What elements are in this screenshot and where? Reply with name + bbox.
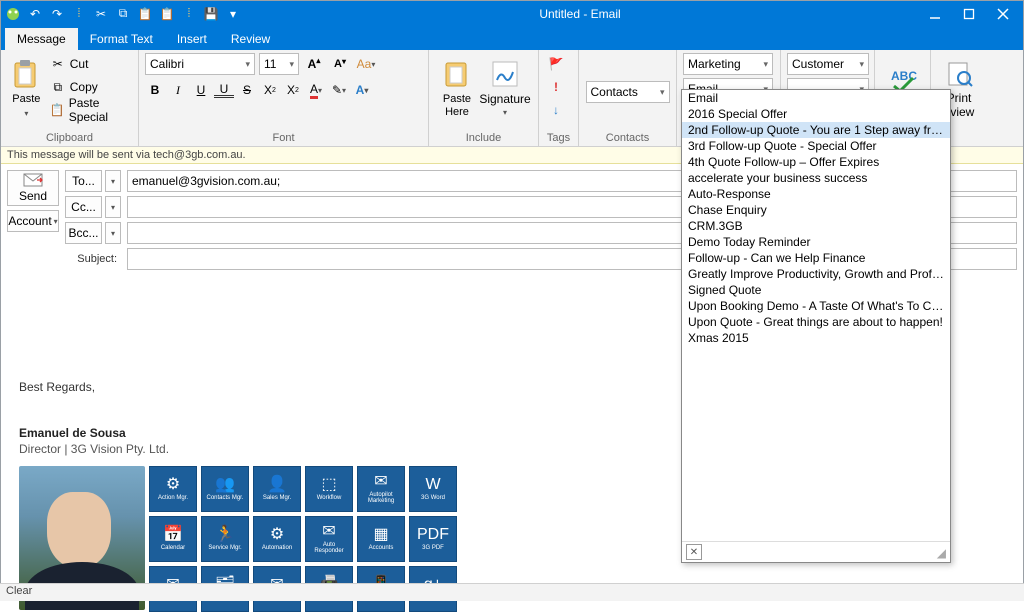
highlight-icon[interactable]: ✎▾ [329, 79, 349, 101]
paste-here-button[interactable]: Paste Here [435, 53, 479, 123]
sig-tile[interactable]: ⚙Action Mgr. [149, 466, 197, 512]
save-icon[interactable]: 💾 [203, 6, 219, 22]
template-option[interactable]: 2016 Special Offer [682, 106, 950, 122]
template-option[interactable]: accelerate your business success [682, 170, 950, 186]
subscript-icon[interactable]: X2 [283, 79, 303, 101]
contacts-combo[interactable]: Contacts▾ [586, 81, 670, 103]
paste-all-icon[interactable]: 📋 [159, 6, 175, 22]
font-size-combo[interactable]: 11▾ [259, 53, 299, 75]
paste-special-button[interactable]: 📋Paste Special [50, 99, 132, 121]
sig-tile[interactable]: ⚙Automation [253, 516, 301, 562]
close-button[interactable] [987, 4, 1019, 24]
bcc-button[interactable]: Bcc... [65, 222, 102, 244]
tab-message[interactable]: Message [5, 28, 78, 50]
dropdown-resize-grip[interactable]: ◢ [937, 546, 946, 560]
sig-tile[interactable]: ⬚Workflow [305, 466, 353, 512]
to-picker-button[interactable]: ▾ [105, 170, 121, 192]
template-option[interactable]: Xmas 2015 [682, 330, 950, 346]
title-bar: ↶ ↷ ⦙ ✂ ⧉ 📋 📋 ⦙ 💾 ▾ Untitled - Email [1, 1, 1023, 26]
template-option[interactable]: CRM.3GB [682, 218, 950, 234]
grow-font-icon[interactable]: A▴ [303, 53, 325, 75]
template-option[interactable]: Chase Enquiry [682, 202, 950, 218]
underline-icon[interactable]: U [191, 79, 211, 101]
template-option[interactable]: Upon Quote - Great things are about to h… [682, 314, 950, 330]
template-option[interactable]: Signed Quote [682, 282, 950, 298]
template-category-combo[interactable]: Marketing▾ [683, 53, 773, 75]
superscript-icon[interactable]: X2 [260, 79, 280, 101]
sig-tile[interactable]: ✉Auto Responder [305, 516, 353, 562]
qat-more-icon[interactable]: ▾ [225, 6, 241, 22]
customer-combo[interactable]: Customer▾ [787, 53, 869, 75]
sig-tile[interactable]: ✉Autopilot Marketing [357, 466, 405, 512]
quick-access-toolbar: ↶ ↷ ⦙ ✂ ⧉ 📋 📋 ⦙ 💾 ▾ [5, 6, 241, 22]
separator-icon: ⦙ [181, 6, 197, 22]
send-button[interactable]: Send [7, 170, 59, 206]
template-option[interactable]: Demo Today Reminder [682, 234, 950, 250]
font-color-icon[interactable]: A▾ [306, 79, 326, 101]
flag-icon[interactable]: 🚩 [545, 53, 567, 75]
bcc-picker-button[interactable]: ▾ [105, 222, 121, 244]
group-tags: 🚩 ! ↓ Tags [539, 50, 579, 146]
copy-icon[interactable]: ⧉ [115, 6, 131, 22]
sig-tile[interactable]: 👤Sales Mgr. [253, 466, 301, 512]
ribbon-tabs: Message Format Text Insert Review [1, 26, 1023, 50]
sig-tile[interactable]: 📅Calendar [149, 516, 197, 562]
cc-picker-button[interactable]: ▾ [105, 196, 121, 218]
group-include: Paste Here Signature ▾ Include [429, 50, 539, 146]
window-title: Untitled - Email [241, 7, 919, 21]
italic-icon[interactable]: I [168, 79, 188, 101]
redo-icon[interactable]: ↷ [49, 6, 65, 22]
template-option[interactable]: 3rd Follow-up Quote - Special Offer [682, 138, 950, 154]
maximize-button[interactable] [953, 4, 985, 24]
double-underline-icon[interactable]: U [214, 82, 234, 98]
template-option[interactable]: Email [682, 90, 950, 106]
tab-format-text[interactable]: Format Text [78, 28, 165, 50]
paste-icon[interactable]: 📋 [137, 6, 153, 22]
tab-insert[interactable]: Insert [165, 28, 219, 50]
svg-text:ABC: ABC [891, 69, 917, 83]
strikethrough-icon[interactable]: S [237, 79, 257, 101]
shrink-font-icon[interactable]: A▾ [329, 53, 351, 75]
importance-low-icon[interactable]: ↓ [545, 99, 567, 121]
cc-button[interactable]: Cc... [65, 196, 102, 218]
status-bar: Clear [0, 583, 1024, 601]
template-dropdown[interactable]: Email2016 Special Offer2nd Follow-up Quo… [681, 89, 951, 563]
separator-icon: ⦙ [71, 6, 87, 22]
signature-button[interactable]: Signature ▾ [483, 53, 527, 123]
dropdown-close-icon[interactable]: ✕ [686, 544, 702, 560]
window-controls [919, 4, 1019, 24]
sig-tile[interactable]: PDF3G PDF [409, 516, 457, 562]
sig-tile[interactable]: 🏃Service Mgr. [201, 516, 249, 562]
sig-tile[interactable]: W3G Word [409, 466, 457, 512]
group-font: Calibri▾ 11▾ A▴ A▾ Aa▾ B I U U S X2 X2 A… [139, 50, 429, 146]
tab-review[interactable]: Review [219, 28, 282, 50]
undo-icon[interactable]: ↶ [27, 6, 43, 22]
template-option[interactable]: Follow-up - Can we Help Finance [682, 250, 950, 266]
clear-format-icon[interactable]: Aa▾ [355, 53, 377, 75]
cut-icon[interactable]: ✂ [93, 6, 109, 22]
group-contacts: Contacts▾ Contacts [579, 50, 677, 146]
subject-label: Subject: [65, 253, 121, 265]
paste-button[interactable]: Paste ▾ [7, 53, 46, 123]
template-option[interactable]: 2nd Follow-up Quote - You are 1 Step awa… [682, 122, 950, 138]
to-button[interactable]: To... [65, 170, 102, 192]
bold-icon[interactable]: B [145, 79, 165, 101]
minimize-button[interactable] [919, 4, 951, 24]
font-family-combo[interactable]: Calibri▾ [145, 53, 255, 75]
group-clipboard: Paste ▾ ✂Cut ⧉Copy 📋Paste Special Clipbo… [1, 50, 139, 146]
template-option[interactable]: Greatly Improve Productivity, Growth and… [682, 266, 950, 282]
template-option[interactable]: Upon Booking Demo - A Taste Of What's To… [682, 298, 950, 314]
copy-button[interactable]: ⧉Copy [50, 76, 132, 98]
template-option[interactable]: 4th Quote Follow-up – Offer Expires [682, 154, 950, 170]
sig-tile[interactable]: ▦Accounts [357, 516, 405, 562]
importance-high-icon[interactable]: ! [545, 76, 567, 98]
cut-button[interactable]: ✂Cut [50, 53, 132, 75]
account-button[interactable]: Account▾ [7, 210, 59, 232]
template-option[interactable]: Auto-Response [682, 186, 950, 202]
sig-tile[interactable]: 👥Contacts Mgr. [201, 466, 249, 512]
text-effects-icon[interactable]: A▾ [352, 79, 372, 101]
app-icon [5, 6, 21, 22]
